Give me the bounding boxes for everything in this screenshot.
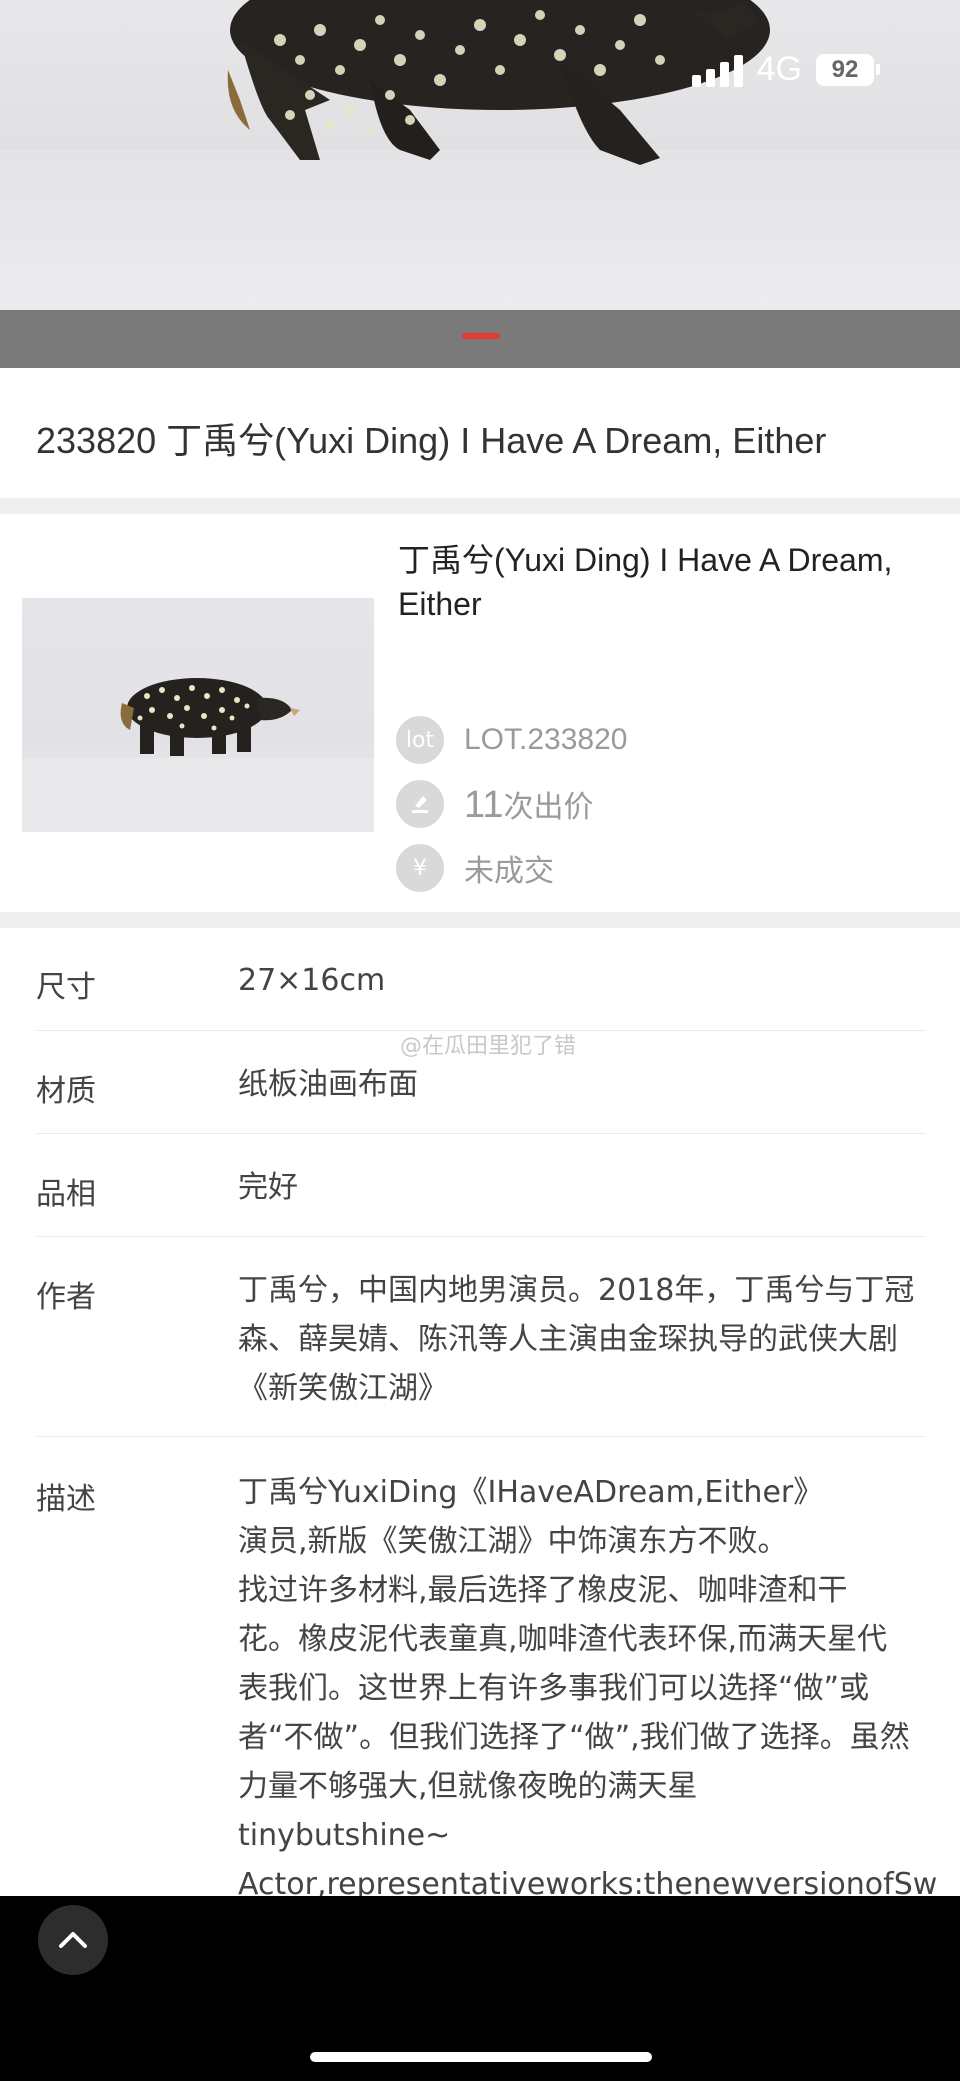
carousel-active-dot[interactable] [462,333,500,339]
home-indicator[interactable] [310,2052,652,2062]
detail-value: 丁禹兮，中国内地男演员。2018年，丁禹兮与丁冠森、薛昊婧、陈汛等人主演由金琛执… [238,1273,915,1406]
section-divider [0,912,960,928]
description-line: 演员,新版《笑傲江湖》中饰演东方不败。 [238,1524,788,1559]
lot-title-bar: 233820 丁禹兮(Yuxi Ding) I Have A Dream, Ei… [0,368,960,498]
gavel-icon [396,780,444,828]
detail-row-condition: 品相 完好 [36,1133,926,1237]
description-line: 者“不做”。但我们选择了“做”,我们做了选择。虽然 [238,1720,910,1755]
description-line: 丁禹兮YuxiDing《IHaveADream,Either》 [238,1475,824,1510]
detail-value: 纸板油画布面 [238,1067,418,1102]
sale-result: 未成交 [464,855,554,888]
detail-label: 材质 [36,1074,96,1109]
lot-summary-card[interactable]: 丁禹兮(Yuxi Ding) I Have A Dream, Either lo… [0,514,960,912]
lot-icon: lot [396,716,444,764]
description-text: 丁禹兮YuxiDing《IHaveADream,Either》 演员,新版《笑傲… [238,1468,937,1909]
network-type: 4G [756,50,802,88]
detail-label: 品相 [36,1177,96,1212]
lot-number-row: lot LOT.233820 [396,716,627,764]
bid-count: 11次出价 [464,783,594,826]
detail-row-size: 尺寸 27×16cm [36,928,926,1031]
detail-row-description: 描述 丁禹兮YuxiDing《IHaveADream,Either》 演员,新版… [36,1436,937,1902]
carousel-indicator-bar [0,310,960,368]
battery-icon: 92 [816,53,880,86]
description-line: 力量不够强大,但就像夜晚的满天星 [238,1769,698,1804]
chevron-up-icon [59,1932,87,1948]
yen-icon: ¥ [396,844,444,892]
description-line: 花。橡皮泥代表童真,咖啡渣代表环保,而满天星代 [238,1622,888,1657]
lot-name: 丁禹兮(Yuxi Ding) I Have A Dream, Either [398,542,893,622]
detail-value: 完好 [238,1170,298,1205]
detail-row-author: 作者 丁禹兮，中国内地男演员。2018年，丁禹兮与丁冠森、薛昊婧、陈汛等人主演由… [36,1236,926,1437]
bear-sculpture-image [227,0,770,165]
detail-label: 作者 [36,1280,96,1315]
hero-artwork-image[interactable]: 4G 92 [0,0,960,310]
scroll-to-top-button[interactable] [38,1905,108,1975]
battery-level: 92 [816,53,874,86]
signal-icon [691,53,743,87]
sale-result-row: ¥ 未成交 [396,844,554,892]
detail-label: 描述 [36,1482,96,1517]
page-title: 233820 丁禹兮(Yuxi Ding) I Have A Dream, Ei… [36,420,827,461]
section-divider [0,498,960,514]
description-line: 表我们。这世界上有许多事我们可以选择“做”或 [238,1671,870,1706]
lot-thumbnail-image[interactable] [22,598,374,832]
detail-value: 27×16cm [238,963,386,998]
description-line: 找过许多材料,最后选择了橡皮泥、咖啡渣和干 [238,1573,848,1608]
bear-thumbnail-icon [22,678,374,832]
detail-label: 尺寸 [36,970,96,1005]
detail-row-material: 材质 纸板油画布面 [36,1030,926,1134]
description-line: tinybutshine~ [238,1818,451,1853]
status-bar: 4G 92 [691,50,880,89]
lot-number: LOT.233820 [464,723,628,756]
bid-count-row: 11次出价 [396,780,593,828]
